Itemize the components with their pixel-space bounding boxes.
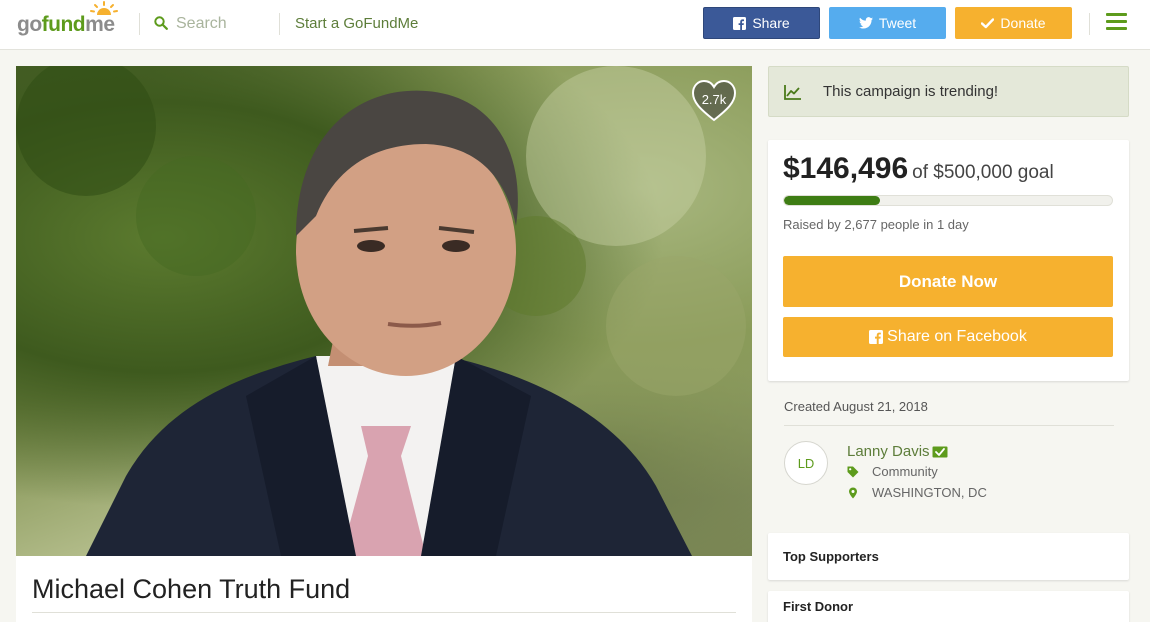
donation-card: $146,496 of $500,000 goal Raised by 2,677… <box>768 140 1129 381</box>
share-button-label: Share <box>752 15 790 31</box>
header-donate-button[interactable]: Donate <box>955 7 1072 39</box>
campaign-title-card: Michael Cohen Truth Fund <box>16 556 752 622</box>
logo-fund: fund <box>41 13 86 36</box>
progress-bar <box>783 195 1113 206</box>
tweet-button-label: Tweet <box>878 15 917 31</box>
search-input[interactable] <box>176 12 276 36</box>
divider <box>1089 13 1090 35</box>
raised-amount: $146,496 <box>783 152 909 185</box>
check-icon <box>981 17 995 28</box>
divider <box>139 13 140 35</box>
campaign-photo: 2.7k <box>16 66 752 556</box>
location-text: WASHINGTON, DC <box>872 485 987 500</box>
sun-icon <box>90 1 118 15</box>
divider <box>279 13 280 35</box>
portrait-photo <box>16 66 746 556</box>
twitter-icon <box>858 17 873 29</box>
raised-summary: $146,496 of $500,000 goal <box>783 152 1054 186</box>
organizer-name-link[interactable]: Lanny Davis <box>847 443 930 460</box>
share-on-facebook-label: Share on Facebook <box>887 328 1027 345</box>
start-gofundme-link[interactable]: Start a GoFundMe <box>295 15 418 32</box>
logo-go: go <box>17 13 42 36</box>
logo-me: me <box>85 13 115 36</box>
trending-text: This campaign is trending! <box>823 83 999 100</box>
heart-count: 2.7k <box>701 92 727 107</box>
menu-icon[interactable] <box>1106 13 1127 31</box>
location-row: WASHINGTON, DC <box>847 485 987 500</box>
tweet-button[interactable]: Tweet <box>829 7 946 39</box>
raised-by-text: Raised by 2,677 people in 1 day <box>783 217 969 232</box>
category-text: Community <box>872 464 938 479</box>
trending-chart-icon <box>784 85 801 100</box>
tag-icon <box>847 466 859 477</box>
email-icon[interactable] <box>932 446 948 458</box>
goal-text: of $500,000 goal <box>912 162 1054 183</box>
first-donor-card: First Donor <box>768 591 1129 622</box>
organizer-avatar[interactable]: LD <box>784 441 828 485</box>
facebook-icon <box>733 16 747 30</box>
donate-now-button[interactable]: Donate Now <box>783 256 1113 307</box>
category-row: Community <box>847 464 938 479</box>
header-donate-label: Donate <box>1000 15 1046 31</box>
search-icon[interactable] <box>154 16 168 30</box>
share-on-facebook-button[interactable]: Share on Facebook <box>783 317 1113 357</box>
trending-banner: This campaign is trending! <box>768 66 1129 117</box>
facebook-icon <box>869 330 884 344</box>
created-date: Created August 21, 2018 <box>784 399 928 414</box>
share-button[interactable]: Share <box>703 7 820 39</box>
top-supporters-card: Top Supporters <box>768 533 1129 580</box>
map-pin-icon <box>849 487 857 498</box>
campaign-title: Michael Cohen Truth Fund <box>32 574 351 604</box>
gofundme-logo[interactable]: gofundme <box>17 1 118 37</box>
divider <box>32 612 736 613</box>
progress-fill <box>784 196 881 205</box>
first-donor-title: First Donor <box>783 599 854 614</box>
divider <box>784 425 1114 426</box>
top-supporters-title: Top Supporters <box>783 549 879 564</box>
top-header: gofundme Start a GoFundMe Share Tweet Do… <box>0 0 1150 50</box>
